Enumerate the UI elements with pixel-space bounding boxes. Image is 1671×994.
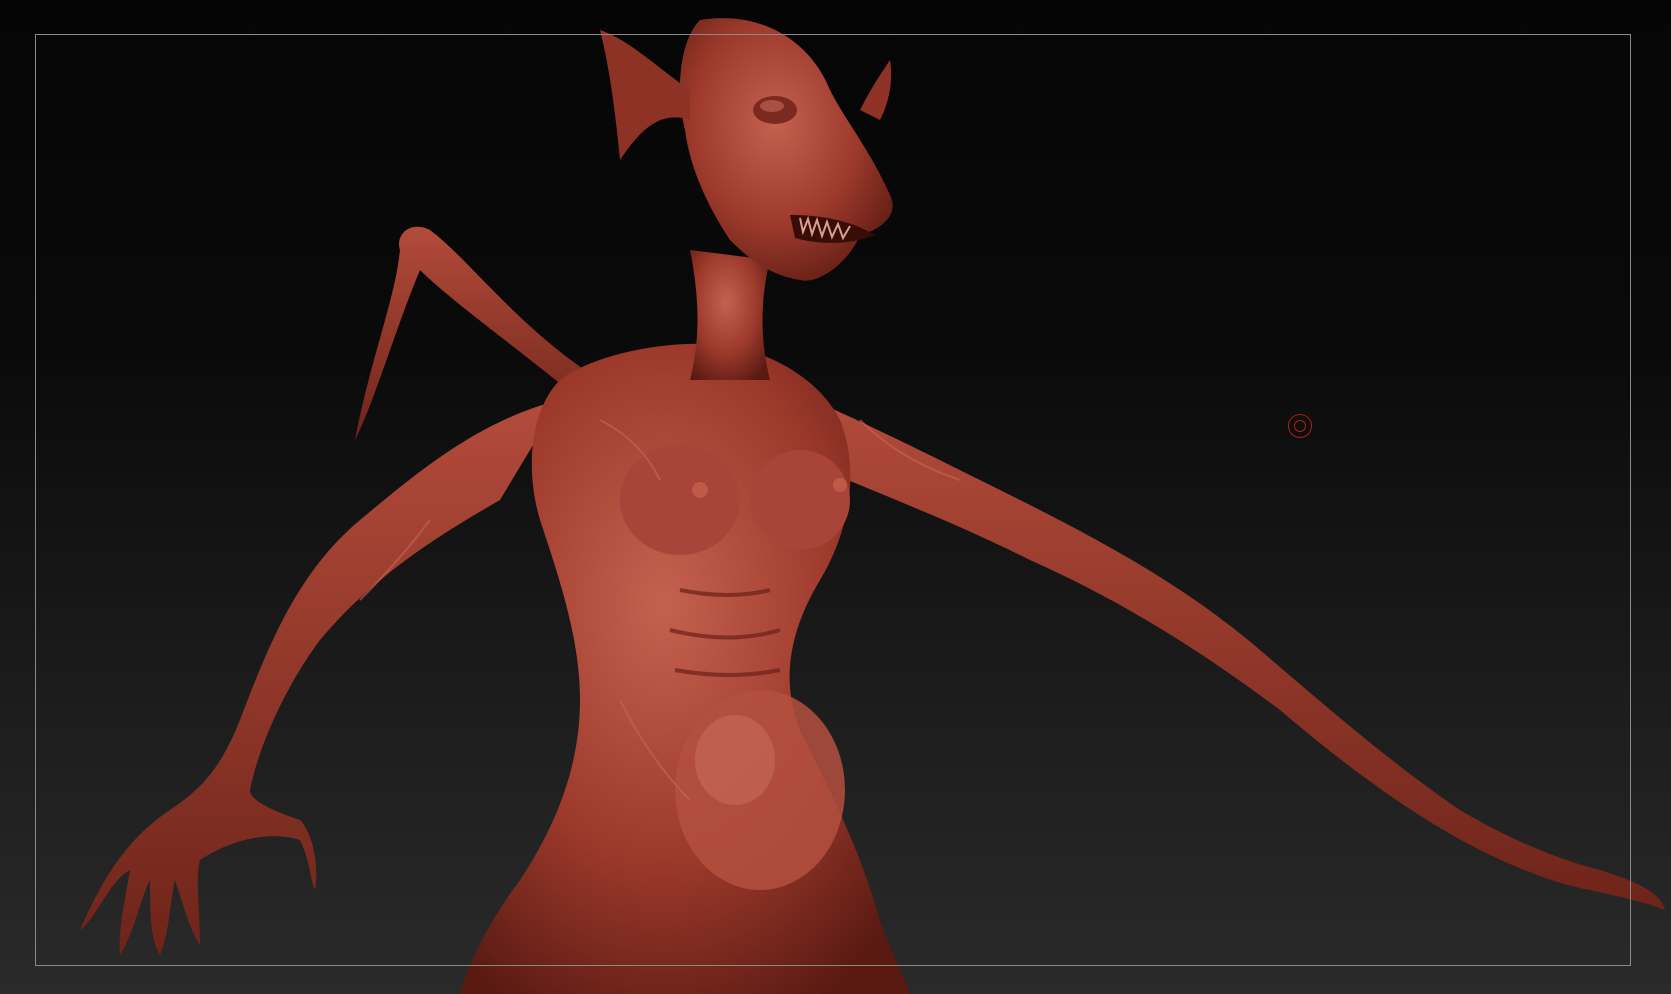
left-arm <box>80 400 560 955</box>
right-breast <box>750 450 850 550</box>
brush-cursor-icon <box>1288 414 1312 438</box>
ear <box>600 30 690 160</box>
eye-highlight <box>760 100 784 112</box>
sculpt-app <box>0 0 1671 994</box>
left-breast <box>620 445 740 555</box>
horn <box>860 60 892 120</box>
neck <box>690 250 770 380</box>
left-nipple <box>692 482 708 498</box>
head <box>680 18 893 281</box>
belly-highlight <box>695 715 775 805</box>
right-arm <box>790 390 1665 910</box>
right-nipple <box>833 478 847 492</box>
sculpt-canvas[interactable] <box>0 0 1671 994</box>
brush-cursor-inner-ring <box>1294 420 1306 432</box>
